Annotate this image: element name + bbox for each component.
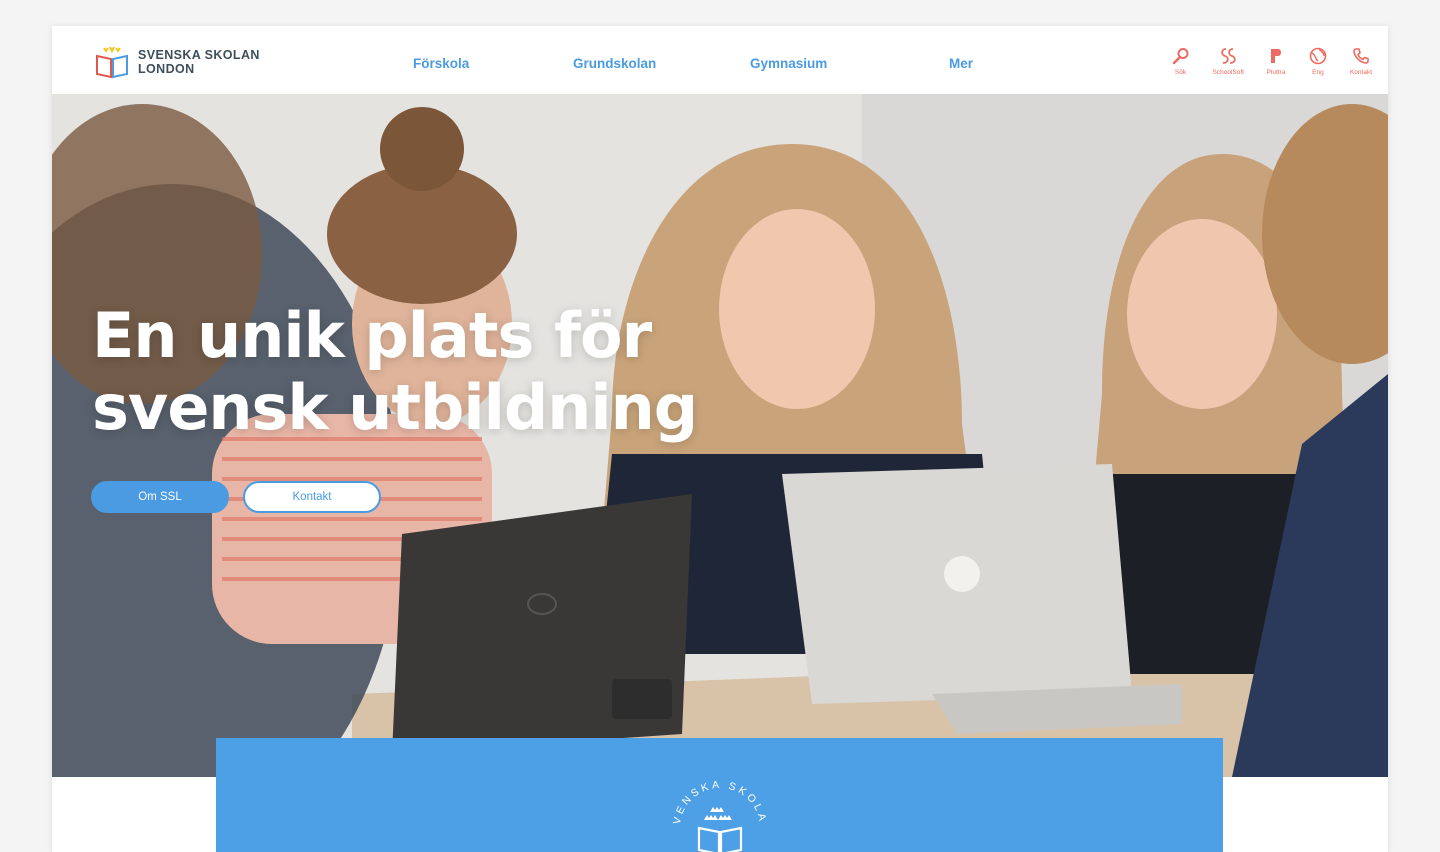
schoolsoft-icon <box>1218 46 1238 66</box>
tool-eng-label: Eng <box>1312 69 1324 76</box>
browser-frame: SVENSKA SKOLAN LONDON Förskola Grundskol… <box>52 26 1388 852</box>
tool-schoolsoft-label: SchoolSoft <box>1212 69 1244 76</box>
phone-icon <box>1351 46 1371 66</box>
open-book-icon <box>697 826 743 852</box>
nav-grundskolan[interactable]: Grundskolan <box>573 56 656 71</box>
svg-text:SVENSKA SKOLAN: SVENSKA SKOLAN <box>668 766 769 825</box>
nav-mer[interactable]: Mer <box>949 56 973 71</box>
kontakt-button[interactable]: Kontakt <box>243 481 381 513</box>
seal-text: SVENSKA SKOLAN <box>668 766 766 825</box>
tool-schoolsoft[interactable]: SchoolSoft <box>1213 46 1244 76</box>
tool-search-label: Sök <box>1174 69 1187 76</box>
hero-title: En unik plats för svensk utbildning <box>92 300 732 444</box>
header-tools: Sök SchoolSoft Pluttra Eng Kontakt <box>1171 46 1372 86</box>
tool-pluttra-label: Pluttra <box>1266 69 1286 76</box>
school-seal-logo: SVENSKA SKOLAN <box>668 766 769 852</box>
hero-title-line-2: svensk utbildning <box>92 371 698 444</box>
nav-gymnasium[interactable]: Gymnasium <box>750 56 827 71</box>
tool-contact-label: Kontakt <box>1349 69 1372 76</box>
search-icon <box>1171 46 1191 66</box>
pluttra-icon <box>1266 46 1286 66</box>
tool-search[interactable]: Sök <box>1171 46 1191 76</box>
crowns-icon <box>704 807 732 820</box>
tool-contact[interactable]: Kontakt <box>1350 46 1372 76</box>
globe-icon <box>1308 46 1328 66</box>
hero-title-line-1: En unik plats för <box>92 299 652 372</box>
tool-eng[interactable]: Eng <box>1308 46 1328 76</box>
tool-pluttra[interactable]: Pluttra <box>1266 46 1286 76</box>
site-header: SVENSKA SKOLAN LONDON Förskola Grundskol… <box>52 26 1388 94</box>
nav-forskola[interactable]: Förskola <box>413 56 469 71</box>
hero-section: En unik plats för svensk utbildning Om S… <box>52 94 1388 777</box>
blue-info-band: SVENSKA SKOLAN <box>216 738 1223 852</box>
om-ssl-button[interactable]: Om SSL <box>91 481 229 513</box>
